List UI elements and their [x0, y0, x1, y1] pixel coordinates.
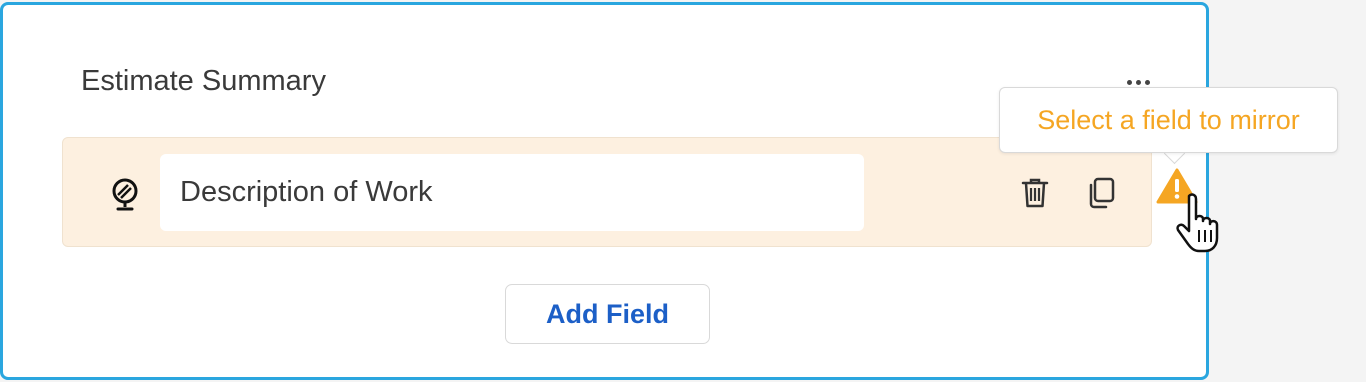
section-title: Estimate Summary — [81, 65, 326, 97]
add-field-button[interactable]: Add Field — [505, 284, 710, 344]
copy-icon — [1089, 177, 1115, 209]
field-row — [62, 137, 1152, 247]
mirror-field-tooltip: Select a field to mirror — [999, 87, 1338, 153]
field-name-input[interactable] — [160, 154, 864, 231]
estimate-summary-card: Estimate Summary Description of Work Add… — [0, 2, 1209, 380]
globe-stand-icon — [112, 178, 138, 211]
tooltip-text: Select a field to mirror — [1037, 104, 1300, 135]
trash-icon — [1021, 178, 1049, 208]
more-dot — [1144, 79, 1150, 85]
more-dot — [1135, 79, 1141, 85]
add-field-label: Add Field — [546, 298, 669, 329]
hand-pointer-cursor-icon — [1176, 193, 1219, 253]
delete-field-button[interactable] — [1015, 172, 1055, 214]
duplicate-field-button[interactable] — [1081, 172, 1121, 214]
more-dot — [1126, 79, 1132, 85]
